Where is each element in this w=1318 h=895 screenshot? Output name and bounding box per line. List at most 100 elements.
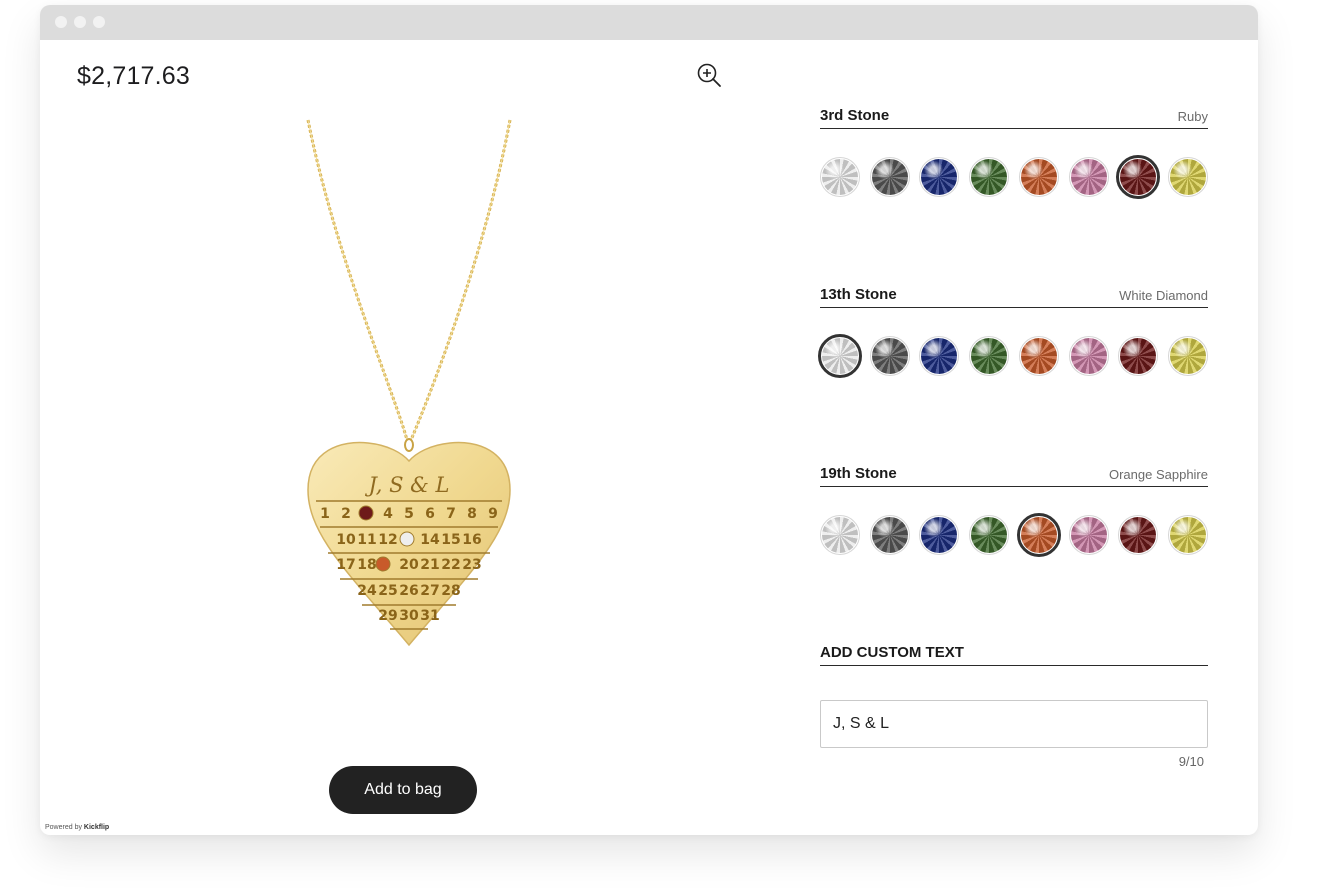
stone-swatch-black[interactable]: [869, 515, 910, 555]
gem-icon: [921, 159, 958, 195]
calendar-day-number: 4: [383, 506, 393, 522]
stone-3-section: 3rd Stone Ruby: [820, 105, 1208, 199]
stone-swatch-blue[interactable]: [919, 515, 960, 555]
calendar-day-number: 16: [462, 532, 481, 548]
stone-swatch-orange[interactable]: [1018, 157, 1059, 197]
calendar-day-number: 30: [399, 608, 419, 624]
calendar-day-number: 22: [441, 557, 460, 573]
stone-3-selected-value: Ruby: [1177, 109, 1208, 124]
calendar-day-number: 23: [462, 557, 481, 573]
gem-icon: [1169, 338, 1206, 374]
gem-icon: [822, 159, 858, 195]
stone-swatch-white[interactable]: [818, 334, 862, 378]
stone-13-section: 13th Stone White Diamond: [818, 284, 1208, 378]
custom-text-section: ADD CUSTOM TEXT 9/10: [820, 642, 1208, 769]
powered-by-credit[interactable]: Powered by Kickflip: [45, 824, 109, 831]
calendar-day-number: 5: [404, 506, 414, 522]
stone-swatch-white[interactable]: [820, 157, 860, 197]
stone-3-header: 3rd Stone Ruby: [820, 105, 1208, 129]
gem-icon: [871, 338, 908, 374]
stone-swatch-orange[interactable]: [1016, 513, 1061, 557]
calendar-day-number: 12: [378, 532, 397, 548]
custom-text-header: ADD CUSTOM TEXT: [820, 642, 1208, 666]
gem-icon: [871, 517, 908, 553]
custom-text-title: ADD CUSTOM TEXT: [820, 644, 964, 661]
stone-19-swatches: [820, 513, 1208, 557]
pendant-engraving: J, S & L: [365, 473, 450, 497]
gem-icon: [921, 338, 958, 374]
calendar-day-number: 25: [378, 583, 397, 599]
stone-swatch-green[interactable]: [969, 515, 1010, 555]
stone-19-section: 19th Stone Orange Sapphire: [820, 463, 1208, 557]
stone-swatch-blue[interactable]: [919, 157, 960, 197]
stone-swatch-black[interactable]: [869, 336, 910, 376]
calendar-day-number: 6: [425, 506, 435, 522]
gem-icon: [871, 159, 908, 195]
gem-icon: [1020, 517, 1057, 553]
calendar-day-number: 8: [467, 506, 477, 522]
stone-swatch-yellow[interactable]: [1167, 336, 1208, 376]
gem-icon: [1020, 159, 1057, 195]
necklace-chain: [306, 119, 512, 452]
gem-icon: [1070, 159, 1107, 195]
window-dot: [55, 16, 67, 28]
character-counter: 9/10: [1178, 754, 1204, 769]
calendar-day-number: 17: [336, 557, 355, 573]
gem-icon: [1120, 159, 1157, 195]
stone-13-title: 13th Stone: [820, 286, 897, 303]
stone-swatch-ruby[interactable]: [1118, 515, 1159, 555]
window-dot: [93, 16, 105, 28]
stone-13-header: 13th Stone White Diamond: [820, 284, 1208, 308]
gem-icon: [1169, 517, 1206, 553]
stone-swatch-pink[interactable]: [1068, 336, 1109, 376]
custom-text-input[interactable]: [820, 700, 1208, 748]
window-titlebar: [40, 5, 1258, 40]
stone-swatch-pink[interactable]: [1068, 157, 1109, 197]
gem-icon: [822, 338, 858, 374]
stone-swatch-orange[interactable]: [1018, 336, 1059, 376]
calendar-day-number: 20: [399, 557, 419, 573]
stone-swatch-blue[interactable]: [919, 336, 960, 376]
calendar-day-number: 21: [420, 557, 439, 573]
calendar-day-number: 9: [488, 506, 498, 522]
calendar-day-number: 2: [341, 506, 351, 522]
stone-19-title: 19th Stone: [820, 465, 897, 482]
heart-pendant: J, S & L 1 2 4 5 6 7 8 910 11 12 14 15 1617 18 20 21 22 2…: [307, 441, 511, 647]
stone-swatch-pink[interactable]: [1068, 515, 1109, 555]
calendar-stone-white-diamond: [399, 531, 415, 547]
calendar-day-number: 15: [441, 532, 460, 548]
gem-icon: [1120, 517, 1157, 553]
stone-3-title: 3rd Stone: [820, 107, 890, 124]
gem-icon: [1070, 338, 1107, 374]
stone-swatch-white[interactable]: [820, 515, 860, 555]
stone-13-selected-value: White Diamond: [1119, 288, 1208, 303]
calendar-stone-ruby: [358, 505, 374, 521]
stone-swatch-yellow[interactable]: [1167, 515, 1208, 555]
product-preview: J, S & L 1 2 4 5 6 7 8 9 10 11 12 14 15 16 17 18 20 21 22 2…: [280, 105, 540, 665]
calendar-day-number: 1: [320, 506, 330, 522]
gem-icon: [1169, 159, 1206, 195]
stone-swatch-ruby[interactable]: [1116, 155, 1161, 199]
stone-swatch-green[interactable]: [969, 157, 1010, 197]
zoom-in-icon[interactable]: [695, 61, 723, 89]
calendar-day-number: 27: [420, 583, 439, 599]
configurator-window: $2,717.63 J, S & L 1 2 4 5 6 7 8 9 10 11…: [40, 5, 1258, 835]
stone-swatch-green[interactable]: [969, 336, 1010, 376]
calendar-day-number: 28: [441, 583, 460, 599]
stone-swatch-yellow[interactable]: [1167, 157, 1208, 197]
gem-icon: [1120, 338, 1157, 374]
stone-swatch-black[interactable]: [869, 157, 910, 197]
calendar-day-number: 18: [357, 557, 376, 573]
stone-swatch-ruby[interactable]: [1118, 336, 1159, 376]
calendar-day-number: 10: [336, 532, 356, 548]
calendar-day-number: 31: [420, 608, 439, 624]
add-to-bag-button[interactable]: Add to bag: [329, 766, 477, 814]
calendar-stone-orange-sapphire: [375, 556, 391, 572]
calendar-day-number: 7: [446, 506, 456, 522]
gem-icon: [1070, 517, 1107, 553]
calendar-day-number: 24: [357, 583, 377, 599]
gem-icon: [921, 517, 958, 553]
gem-icon: [822, 517, 858, 553]
calendar-day-number: 29: [378, 608, 397, 624]
stone-19-selected-value: Orange Sapphire: [1108, 467, 1208, 482]
